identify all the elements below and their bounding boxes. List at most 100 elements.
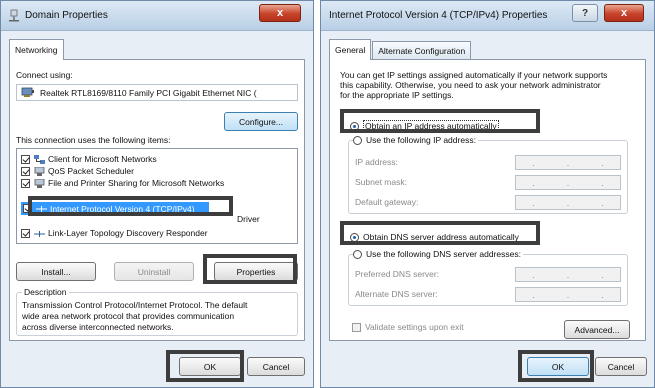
install-button[interactable]: Install... — [16, 262, 96, 281]
networking-panel: Connect using: Realtek RTL8169/8110 Fami… — [9, 59, 305, 341]
close-icon: x — [276, 7, 284, 19]
items-label: This connection uses the following items… — [16, 135, 171, 145]
checkbox[interactable] — [21, 166, 30, 176]
radio-button[interactable] — [353, 135, 362, 145]
adapter-field: Realtek RTL8169/8110 Family PCI Gigabit … — [16, 84, 298, 101]
list-item-ipv4[interactable]: Internet Protocol Version 4 (TCP/IPv4) — [21, 202, 209, 215]
ip-dot: . — [566, 289, 570, 300]
ip-dot: . — [566, 157, 570, 168]
ip-address-input[interactable]: ... — [515, 155, 621, 170]
manual-dns-group: Use the following DNS server addresses: … — [348, 249, 628, 306]
ip-dot: . — [532, 197, 535, 208]
radio-button[interactable] — [350, 232, 359, 242]
configure-button[interactable]: Configure... — [224, 112, 298, 131]
validate-settings-label: Validate settings upon exit — [365, 322, 464, 332]
radio-manual-ip[interactable]: Use the following IP address: — [353, 135, 478, 145]
right-cancel-button[interactable]: Cancel — [595, 357, 647, 376]
components-list[interactable]: Client for Microsoft Networks QoS Packet… — [16, 148, 298, 244]
validate-settings-checkbox[interactable]: Validate settings upon exit — [352, 322, 464, 332]
list-item-label: QoS Packet Scheduler — [48, 166, 134, 176]
ipv4-properties-dialog: Internet Protocol Version 4 (TCP/IPv4) P… — [320, 0, 655, 388]
properties-button[interactable]: Properties — [214, 262, 298, 281]
right-tab-row: General Alternate Configuration — [329, 39, 472, 60]
radio-button[interactable] — [350, 121, 359, 131]
radio-button[interactable] — [353, 249, 362, 259]
right-window-title: Internet Protocol Version 4 (TCP/IPv4) P… — [329, 10, 548, 21]
left-ok-button[interactable]: OK — [179, 357, 241, 376]
default-gateway-label: Default gateway: — [355, 197, 419, 207]
checkbox[interactable] — [23, 204, 32, 213]
help-button[interactable]: ? — [572, 4, 598, 22]
left-tab-row: Networking — [9, 39, 65, 60]
radio-manual-dns-label: Use the following DNS server addresses: — [366, 249, 521, 259]
adapter-name: Realtek RTL8169/8110 Family PCI Gigabit … — [40, 87, 257, 98]
domain-properties-dialog: Domain Properties x Networking Connect u… — [0, 0, 314, 388]
advanced-button[interactable]: Advanced... — [564, 320, 630, 339]
list-item-label: File and Printer Sharing for Microsoft N… — [48, 178, 225, 188]
checkbox[interactable] — [21, 154, 30, 164]
intro-line-2: this capability. Otherwise, you need to … — [340, 80, 601, 90]
list-item-client-ms-networks[interactable]: Client for Microsoft Networks — [21, 153, 157, 165]
protocol-icon — [34, 230, 45, 237]
radio-auto-dns[interactable]: Obtain DNS server address automatically — [350, 232, 519, 242]
left-close-button[interactable]: x — [259, 4, 301, 22]
ip-dot: . — [566, 177, 570, 188]
subnet-mask-label: Subnet mask: — [355, 177, 407, 187]
network-card-icon — [21, 87, 34, 97]
radio-auto-dns-label: Obtain DNS server address automatically — [363, 232, 519, 242]
subnet-mask-input[interactable]: ... — [515, 175, 621, 190]
checkbox[interactable] — [352, 322, 361, 332]
install-button-label: Install... — [41, 266, 71, 277]
left-window-title: Domain Properties — [25, 10, 108, 21]
protocol-icon — [36, 206, 47, 212]
general-panel: You can get IP settings assigned automat… — [329, 59, 646, 341]
radio-auto-ip-label: Obtain an IP address automatically — [363, 120, 499, 132]
ip-dot: . — [601, 269, 604, 280]
ip-dot: . — [532, 289, 535, 300]
ip-dot: . — [532, 269, 535, 280]
uninstall-button[interactable]: Uninstall — [114, 262, 194, 281]
tab-general[interactable]: General — [329, 39, 372, 60]
alternate-dns-label: Alternate DNS server: — [355, 289, 438, 299]
connect-using-label: Connect using: — [16, 70, 73, 80]
checkbox[interactable] — [21, 178, 30, 188]
default-gateway-input[interactable]: ... — [515, 195, 621, 210]
list-item-lltd-responder[interactable]: Link-Layer Topology Discovery Responder — [21, 227, 208, 239]
network-adapter-icon — [9, 9, 19, 22]
left-cancel-button[interactable]: Cancel — [247, 357, 305, 376]
file-sharing-icon — [34, 178, 45, 188]
alternate-dns-input[interactable]: ... — [515, 287, 621, 302]
description-line-3: across diverse interconnected networks. — [22, 322, 174, 332]
ip-dot: . — [532, 177, 535, 188]
ip-address-label: IP address: — [355, 157, 398, 167]
ip-dot: . — [601, 289, 604, 300]
right-titlebar[interactable]: Internet Protocol Version 4 (TCP/IPv4) P… — [321, 1, 654, 31]
right-close-button[interactable]: x — [604, 4, 644, 22]
radio-auto-ip[interactable]: Obtain an IP address automatically — [350, 120, 499, 132]
description-line-1: Transmission Control Protocol/Internet P… — [22, 300, 248, 310]
list-item-label: Link-Layer Topology Discovery Responder — [48, 228, 208, 238]
description-group: Description Transmission Control Protoco… — [16, 287, 298, 336]
preferred-dns-input[interactable]: ... — [515, 267, 621, 282]
network-client-icon — [34, 154, 45, 164]
intro-line-3: for the appropriate IP settings. — [340, 90, 454, 100]
list-item-label: Client for Microsoft Networks — [48, 154, 157, 164]
close-icon: x — [620, 7, 628, 19]
left-titlebar[interactable]: Domain Properties x — [1, 1, 313, 31]
checkbox[interactable] — [21, 228, 30, 238]
radio-manual-dns[interactable]: Use the following DNS server addresses: — [353, 249, 523, 259]
ip-dot: . — [532, 157, 535, 168]
tab-alternate-configuration[interactable]: Alternate Configuration — [372, 41, 472, 59]
ip-dot: . — [601, 177, 604, 188]
manual-ip-group: Use the following IP address: IP address… — [348, 135, 628, 214]
list-item-file-printer-sharing[interactable]: File and Printer Sharing for Microsoft N… — [21, 177, 224, 189]
description-legend: Description — [22, 287, 69, 297]
intro-line-1: You can get IP settings assigned automat… — [340, 70, 608, 80]
tab-networking[interactable]: Networking — [9, 39, 64, 60]
list-item-qos-scheduler[interactable]: QoS Packet Scheduler — [21, 165, 134, 177]
list-item-label-driver: Driver — [237, 214, 260, 224]
right-ok-button[interactable]: OK — [527, 357, 589, 376]
ip-dot: . — [601, 197, 604, 208]
list-item-label: Internet Protocol Version 4 (TCP/IPv4) — [50, 203, 195, 214]
help-icon: ? — [581, 7, 589, 19]
